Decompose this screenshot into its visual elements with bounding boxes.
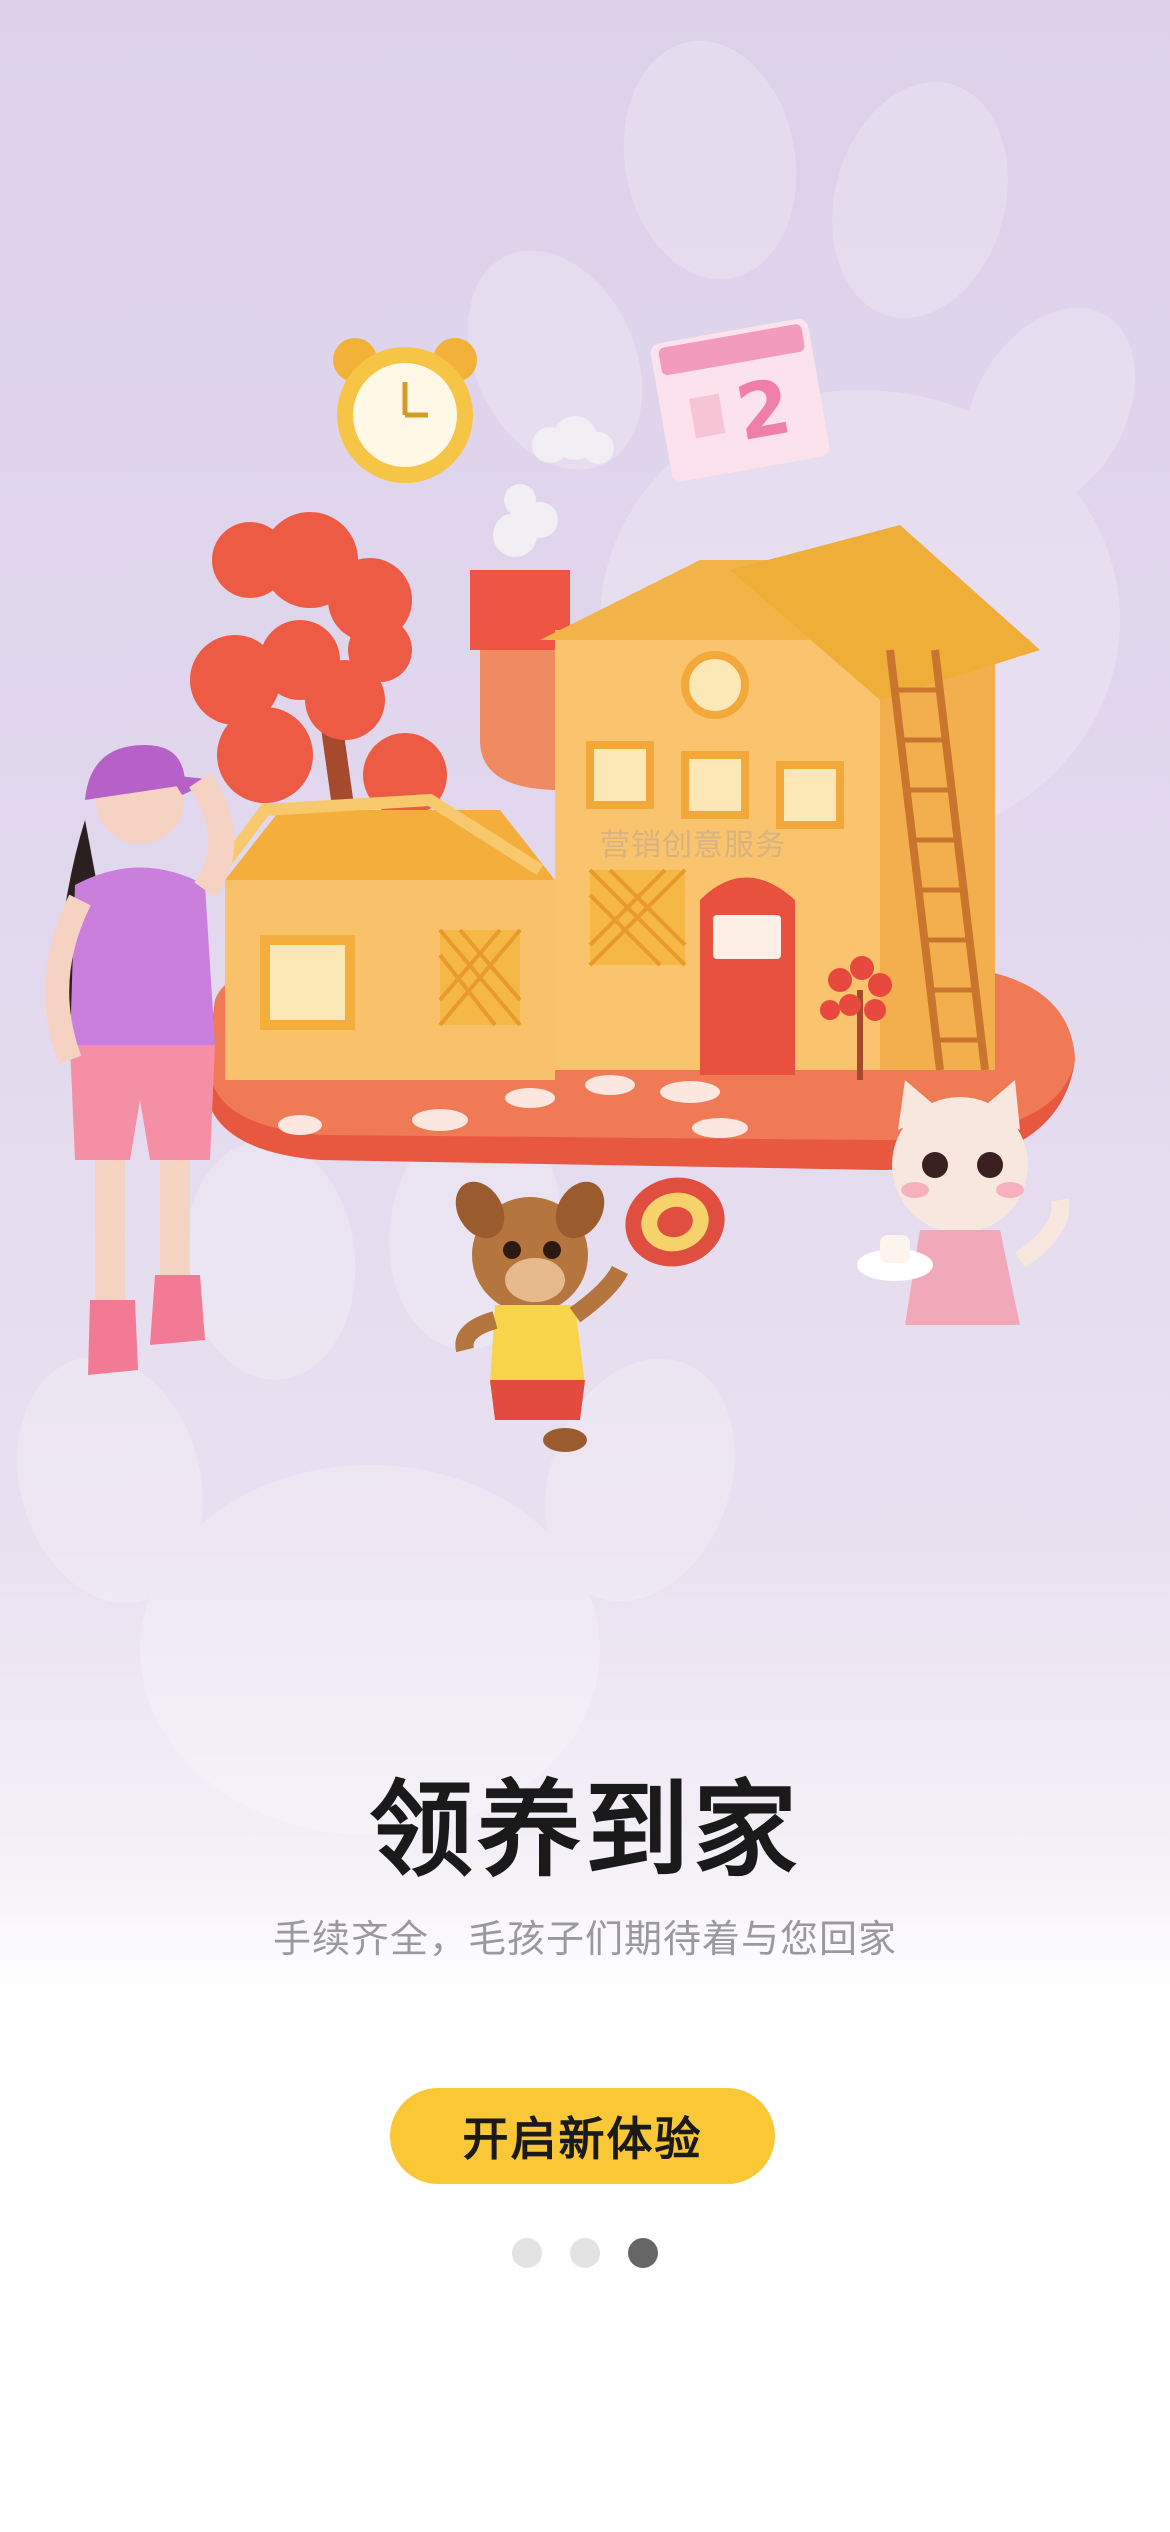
watermark-text: 营销创意服务 — [600, 828, 786, 863]
frisbee-icon — [625, 1177, 725, 1267]
girl-character — [45, 745, 235, 1375]
home-illustration: 2 — [45, 318, 1075, 1452]
alarm-clock-icon — [333, 338, 477, 483]
main-house — [540, 525, 1040, 1075]
calendar-icon: 2 — [650, 318, 830, 482]
page-dot-2[interactable] — [570, 2238, 600, 2268]
tree-illustration — [190, 512, 447, 821]
page-dot-3-active[interactable] — [628, 2238, 658, 2268]
dog-character — [455, 1181, 629, 1452]
small-house — [200, 793, 555, 1080]
page-indicator — [0, 2238, 1170, 2268]
page-dot-1[interactable] — [512, 2238, 542, 2268]
start-experience-button[interactable]: 开启新体验 — [390, 2088, 775, 2184]
page-title: 领养到家 — [368, 1769, 801, 1891]
page-subtitle: 手续齐全，毛孩子们期待着与您回家 — [272, 1917, 897, 1961]
cloud-icon — [493, 416, 614, 557]
